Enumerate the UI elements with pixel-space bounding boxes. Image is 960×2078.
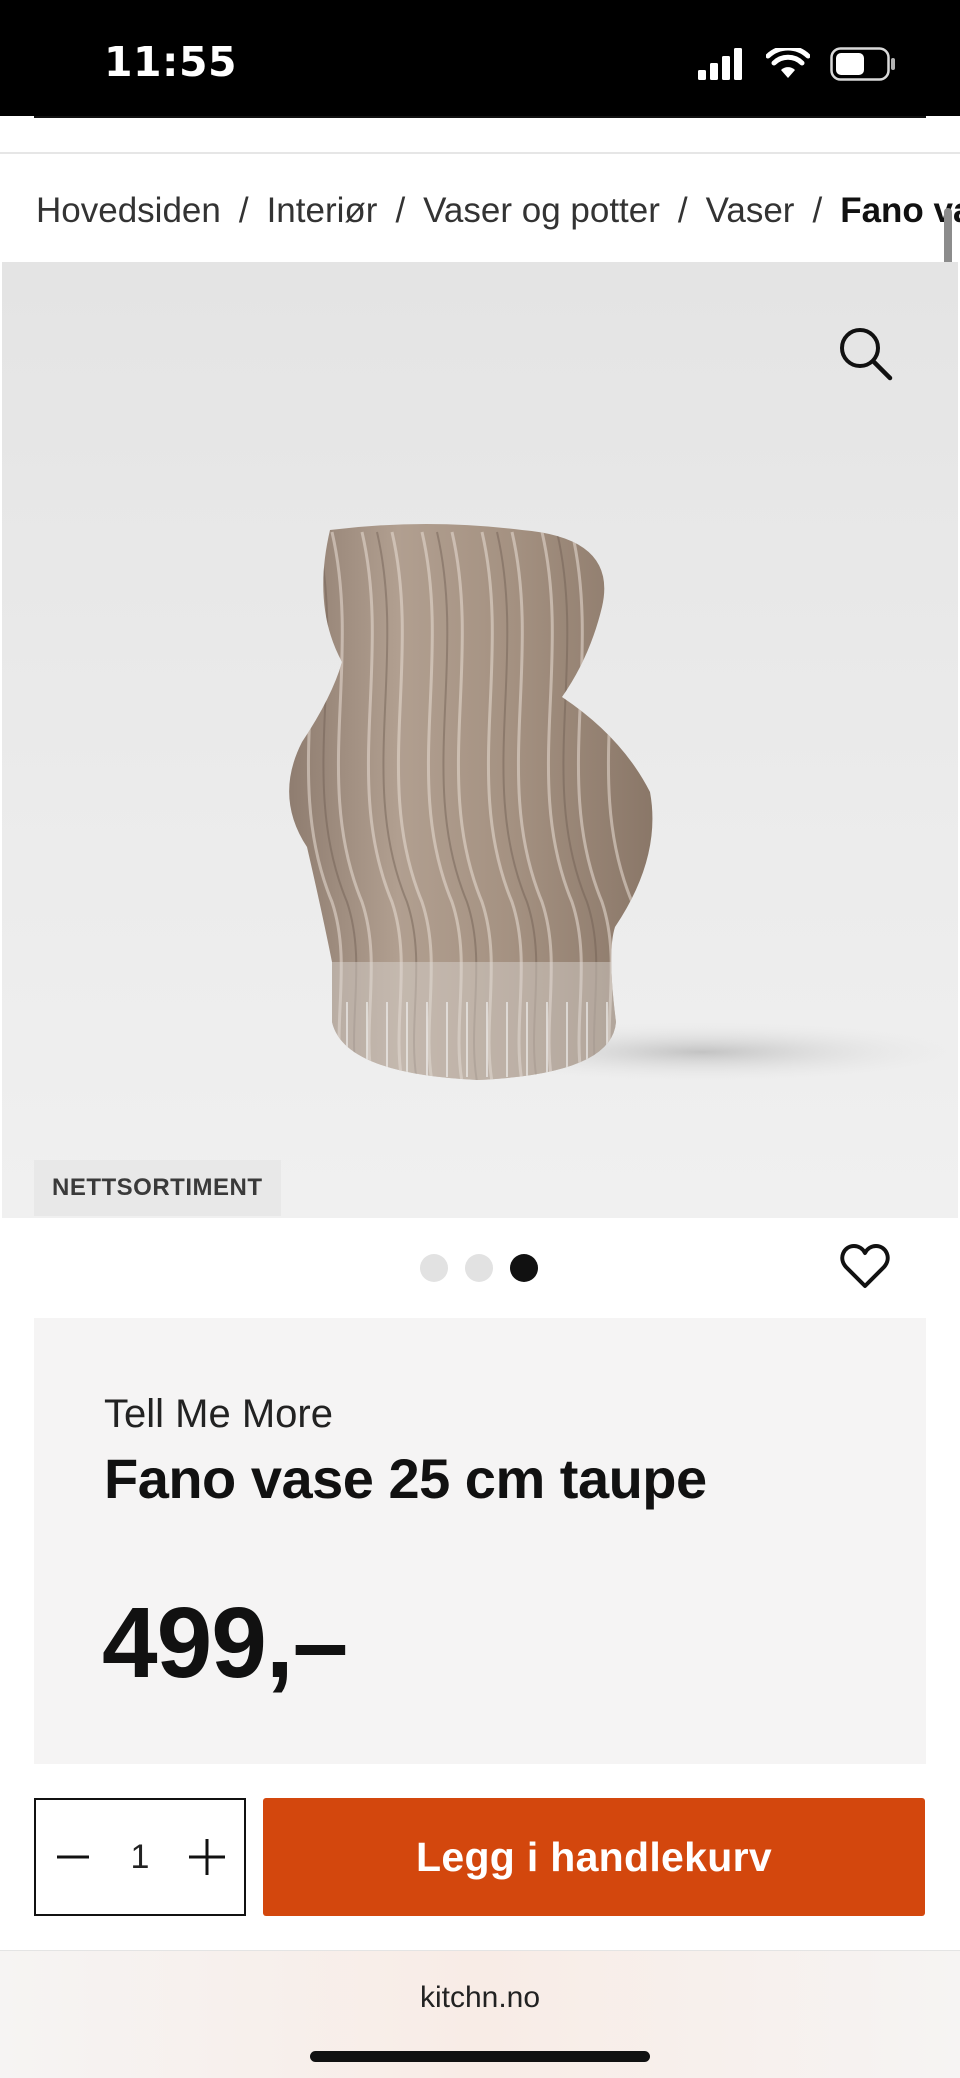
url-text[interactable]: kitchn.no [0,1981,960,2015]
carousel-dot-active[interactable] [510,1254,538,1282]
status-badge: NETTSORTIMENT [34,1160,281,1216]
product-info-card: Tell Me More Fano vase 25 cm taupe 499,– [34,1318,926,1764]
heart-icon[interactable] [840,1242,890,1292]
product-price: 499,– [102,1587,348,1699]
breadcrumb-interior[interactable]: Interiør [267,191,378,231]
signal-icon [698,48,742,80]
battery-icon [830,47,895,81]
carousel-dots [420,1254,538,1282]
increase-quantity-button[interactable] [186,1836,228,1878]
carousel-dot[interactable] [420,1254,448,1282]
wifi-icon [766,48,810,78]
carousel-dot[interactable] [465,1254,493,1282]
browser-address-bar[interactable]: kitchn.no [0,1950,960,2078]
minus-icon [57,1855,89,1859]
add-to-cart-button[interactable]: Legg i handlekurv [263,1798,925,1916]
header-underline [34,116,926,118]
breadcrumb: Hovedsiden / Interiør / Vaser og potter … [36,186,960,236]
home-indicator[interactable] [310,2051,650,2062]
quantity-stepper: 1 [34,1798,246,1916]
product-title: Fano vase 25 cm taupe [104,1447,707,1510]
quantity-value[interactable]: 1 [131,1838,150,1877]
plus-icon [188,1839,225,1875]
breadcrumb-vases-and-pots[interactable]: Vaser og potter [423,191,660,231]
breadcrumb-separator: / [677,191,688,230]
product-gallery[interactable] [2,262,958,1218]
status-time: 11:55 [104,38,238,86]
product-image [289,524,958,1082]
status-bar: 11:55 [0,0,960,116]
status-icons [698,46,896,82]
breadcrumb-home[interactable]: Hovedsiden [36,191,221,231]
header-strip [0,116,960,154]
breadcrumb-separator: / [238,191,249,230]
breadcrumb-current: Fano vase 25 cm taupe [840,191,960,230]
product-brand[interactable]: Tell Me More [104,1392,333,1437]
breadcrumb-separator: / [812,191,823,230]
search-icon[interactable] [838,326,894,382]
decrease-quantity-button[interactable] [52,1836,94,1878]
breadcrumb-vases[interactable]: Vaser [706,191,795,231]
breadcrumb-separator: / [395,191,406,230]
